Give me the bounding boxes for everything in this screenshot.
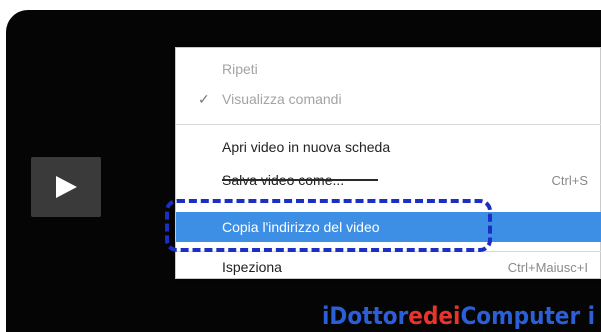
annotation-highlight-ring: [165, 199, 492, 252]
menu-item-shortcut: Ctrl+S: [551, 172, 588, 188]
menu-item-show-controls[interactable]: ✓ Visualizza comandi: [176, 84, 601, 114]
menu-separator: [176, 124, 601, 125]
menu-item-label: Visualizza comandi: [222, 91, 342, 107]
menu-item-open-video-new-tab[interactable]: Apri video in nuova scheda: [176, 132, 601, 162]
strikethrough-mark: [222, 179, 378, 181]
menu-item-inspect[interactable]: Ispeziona Ctrl+Maiusc+I: [176, 252, 601, 282]
menu-item-label: Apri video in nuova scheda: [222, 139, 391, 155]
play-icon: [56, 176, 77, 198]
play-button[interactable]: [31, 157, 101, 217]
menu-item-save-video-as[interactable]: Salva video come... Ctrl+S: [176, 165, 601, 195]
watermark-part2: edei: [408, 302, 461, 330]
menu-item-repeat[interactable]: Ripeti: [176, 54, 601, 84]
menu-item-shortcut: Ctrl+Maiusc+I: [507, 259, 588, 275]
menu-item-label: Ripeti: [222, 61, 258, 77]
menu-item-label: Ispeziona: [222, 259, 282, 275]
screenshot-frame: Ripeti ✓ Visualizza comandi Apri video i…: [0, 0, 601, 332]
watermark-part3: Computer i: [460, 302, 595, 330]
check-icon: ✓: [198, 90, 210, 107]
watermark-part1: iDottor: [322, 302, 409, 330]
watermark: iDottoredeiComputer i: [322, 302, 595, 330]
